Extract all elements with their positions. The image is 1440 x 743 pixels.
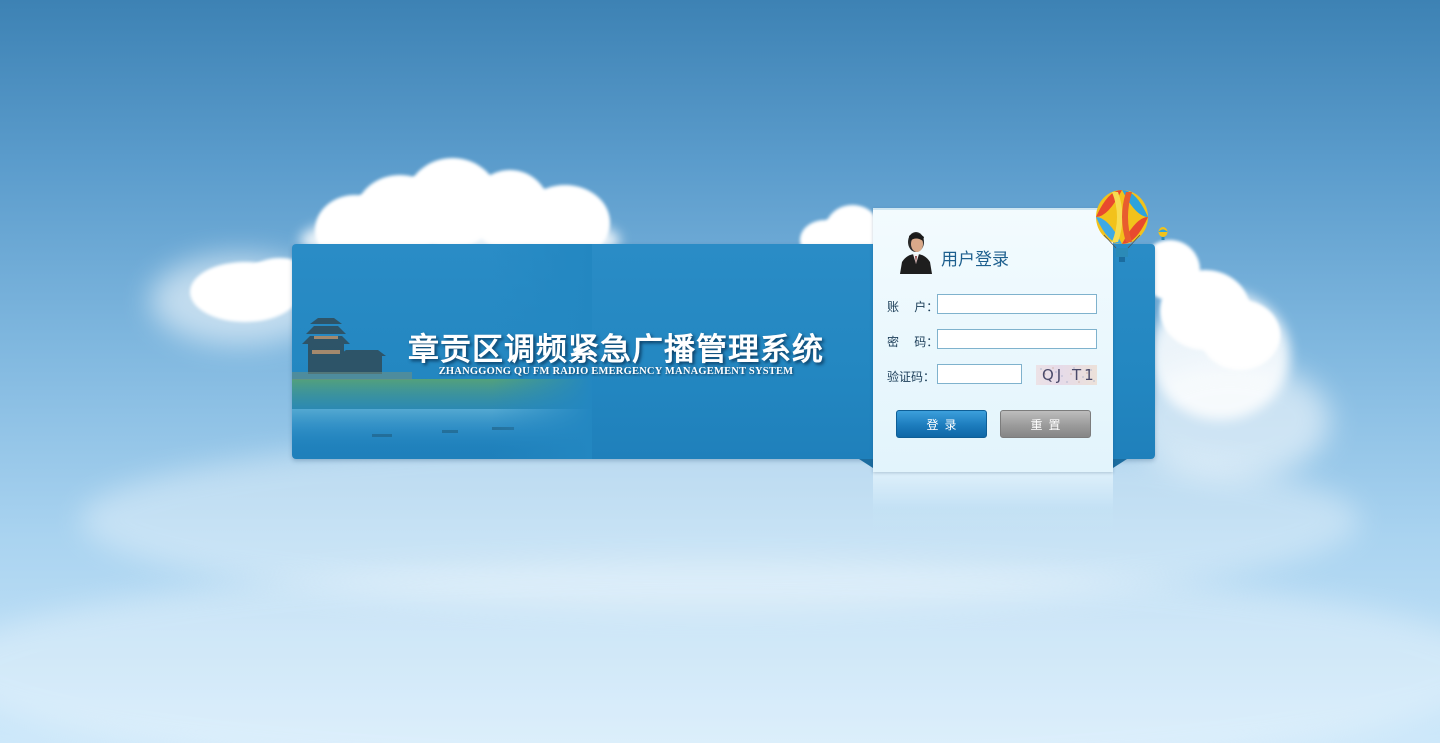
system-subtitle: ZHANGGONG QU FM RADIO EMERGENCY MANAGEME… (438, 366, 794, 377)
password-label: 密 码： (887, 335, 939, 349)
reset-button[interactable]: 重置 (1000, 410, 1091, 438)
password-input[interactable] (937, 329, 1097, 349)
panel-fold-right (1113, 459, 1127, 468)
user-avatar-icon (900, 232, 932, 274)
captcha-label: 验证码： (887, 370, 936, 384)
hot-air-balloon-icon (1096, 190, 1148, 262)
system-title: 章贡区调频紧急广播管理系统 (408, 332, 824, 368)
captcha-text: QJ T1 (1042, 366, 1097, 384)
captcha-row: 验证码： QJ T1 (887, 364, 1099, 386)
small-balloon-icon (1158, 227, 1168, 240)
login-page: 章贡区调频紧急广播管理系统 ZHANGGONG QU FM RADIO EMER… (0, 0, 1440, 743)
login-button[interactable]: 登录 (896, 410, 987, 438)
captcha-image[interactable]: QJ T1 (1036, 365, 1097, 385)
login-title: 用户登录 (941, 250, 1009, 270)
login-header: 用户登录 (897, 230, 1097, 276)
captcha-input[interactable] (937, 364, 1022, 384)
account-label: 账 户： (887, 300, 939, 314)
panel-fold-left (859, 459, 873, 468)
panel-reflection (873, 470, 1113, 532)
account-input[interactable] (937, 294, 1097, 314)
login-panel: 用户登录 账 户： 密 码： 验证码： QJ T1 登录 重置 (873, 208, 1113, 472)
